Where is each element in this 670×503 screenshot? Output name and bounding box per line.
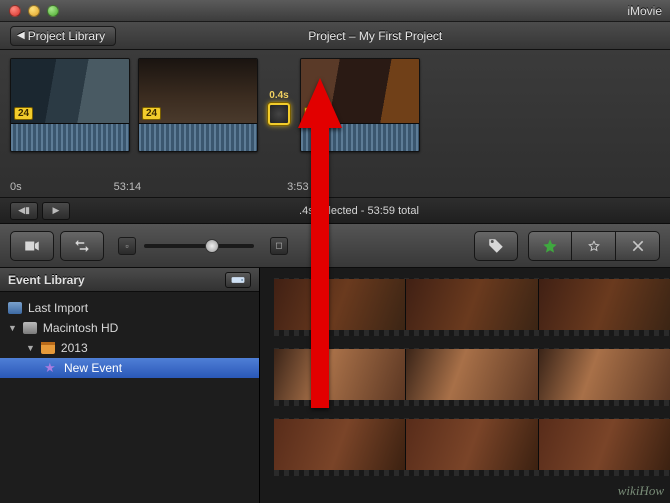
favorite-filter-button[interactable] <box>528 231 572 261</box>
tree-label: New Event <box>64 361 122 375</box>
clip-waveform <box>301 123 419 151</box>
window-titlebar: iMovie <box>0 0 670 22</box>
event-star-icon: ★ <box>44 362 58 374</box>
filmstrip-frame[interactable] <box>406 349 538 405</box>
timecode: 3:53 <box>287 181 308 193</box>
main-toolbar: ▫ ◻ <box>0 224 670 268</box>
filmstrip-frame[interactable] <box>539 279 670 335</box>
transition-icon[interactable] <box>268 103 290 125</box>
filmstrip-frame[interactable] <box>406 279 538 335</box>
clip-badge: 24 <box>14 107 33 120</box>
clip-thumbnail: 24 <box>301 59 419 123</box>
filmstrip-row[interactable] <box>274 278 670 336</box>
filmstrip-row[interactable] <box>274 348 670 406</box>
project-header-bar: ◀ Project Library Project – My First Pro… <box>0 22 670 50</box>
playback-bar: ◀▮ ▶ .4s selected - 53:59 total <box>0 198 670 224</box>
filmstrip-frame[interactable] <box>274 279 406 335</box>
tree-label: 2013 <box>61 341 88 355</box>
zoom-window-button[interactable] <box>47 5 59 17</box>
clip-badge: 24 <box>304 107 323 120</box>
project-library-button[interactable]: ◀ Project Library <box>10 26 116 46</box>
star-filled-icon <box>542 238 558 254</box>
gap-duration-label: 0.4s <box>269 90 288 101</box>
tree-label: Macintosh HD <box>43 321 118 335</box>
tree-drive[interactable]: ▼ Macintosh HD <box>0 318 259 338</box>
swap-layout-button[interactable] <box>60 231 104 261</box>
timeline-clip[interactable]: 24 <box>300 58 420 152</box>
timeline-clip[interactable]: 24 <box>10 58 130 152</box>
event-tree: Last Import ▼ Macintosh HD ▼ 2013 ★ New … <box>0 292 259 384</box>
thumbnail-size-small-button[interactable]: ▫ <box>118 237 136 255</box>
calendar-icon <box>41 342 55 354</box>
drive-icon <box>231 275 245 285</box>
harddrive-icon <box>23 322 37 334</box>
tree-event-selected[interactable]: ★ New Event <box>0 358 259 378</box>
clip-thumbnail: 24 <box>11 59 129 123</box>
reject-filter-button[interactable] <box>616 231 660 261</box>
minimize-window-button[interactable] <box>28 5 40 17</box>
transition-gap[interactable]: 0.4s <box>266 58 292 150</box>
import-camera-button[interactable] <box>10 231 54 261</box>
camera-icon <box>23 237 41 255</box>
drive-view-button[interactable] <box>225 272 251 288</box>
project-library-label: Project Library <box>28 29 105 43</box>
tree-last-import[interactable]: Last Import <box>0 298 259 318</box>
project-title: Project – My First Project <box>308 29 442 43</box>
clip-thumbnail: 24 <box>139 59 257 123</box>
unmarked-filter-button[interactable] <box>572 231 616 261</box>
filmstrip-frame[interactable] <box>274 419 406 475</box>
clip-waveform <box>11 123 129 151</box>
event-library-header: Event Library <box>0 268 259 292</box>
window-traffic-lights <box>0 5 59 17</box>
keyword-tool-button[interactable] <box>474 231 518 261</box>
filmstrip-frame[interactable] <box>539 349 670 405</box>
filmstrip-frame[interactable] <box>406 419 538 475</box>
swap-icon <box>73 237 91 255</box>
close-window-button[interactable] <box>9 5 21 17</box>
chevron-left-icon: ◀ <box>17 30 25 41</box>
rating-filter-cluster <box>528 231 660 261</box>
tree-year[interactable]: ▼ 2013 <box>0 338 259 358</box>
event-library-title: Event Library <box>8 273 85 287</box>
filmstrip-frame[interactable] <box>539 419 670 475</box>
event-library-panel: Event Library Last Import ▼ Macintosh HD… <box>0 268 260 503</box>
filmstrip-frame[interactable] <box>274 349 406 405</box>
timeline-timecodes: 0s 53:14 3:53 <box>10 181 309 193</box>
play-button[interactable]: ▶ <box>42 202 70 220</box>
watermark: wikiHow <box>618 483 664 499</box>
selection-info: .4s selected - 53:59 total <box>299 205 419 217</box>
frame-back-button[interactable]: ◀▮ <box>10 202 38 220</box>
thumbnail-size-large-button[interactable]: ◻ <box>270 237 288 255</box>
tree-label: Last Import <box>28 301 88 315</box>
project-timeline[interactable]: 24 24 0.4s 24 0s 53:14 3:53 <box>0 50 670 198</box>
clip-badge: 24 <box>142 107 161 120</box>
filmstrip-row[interactable] <box>274 418 670 476</box>
timeline-clip[interactable]: 24 <box>138 58 258 152</box>
star-outline-icon <box>586 238 602 254</box>
clip-waveform <box>139 123 257 151</box>
event-browser[interactable] <box>260 268 670 503</box>
camera-small-icon <box>8 302 22 314</box>
x-icon <box>630 238 646 254</box>
disclosure-open-icon[interactable]: ▼ <box>26 343 35 353</box>
thumbnail-zoom-slider[interactable] <box>144 244 254 248</box>
tag-icon <box>487 237 505 255</box>
disclosure-open-icon[interactable]: ▼ <box>8 323 17 333</box>
timecode: 0s <box>10 181 22 193</box>
app-title: iMovie <box>627 4 662 18</box>
timecode: 53:14 <box>114 181 142 193</box>
